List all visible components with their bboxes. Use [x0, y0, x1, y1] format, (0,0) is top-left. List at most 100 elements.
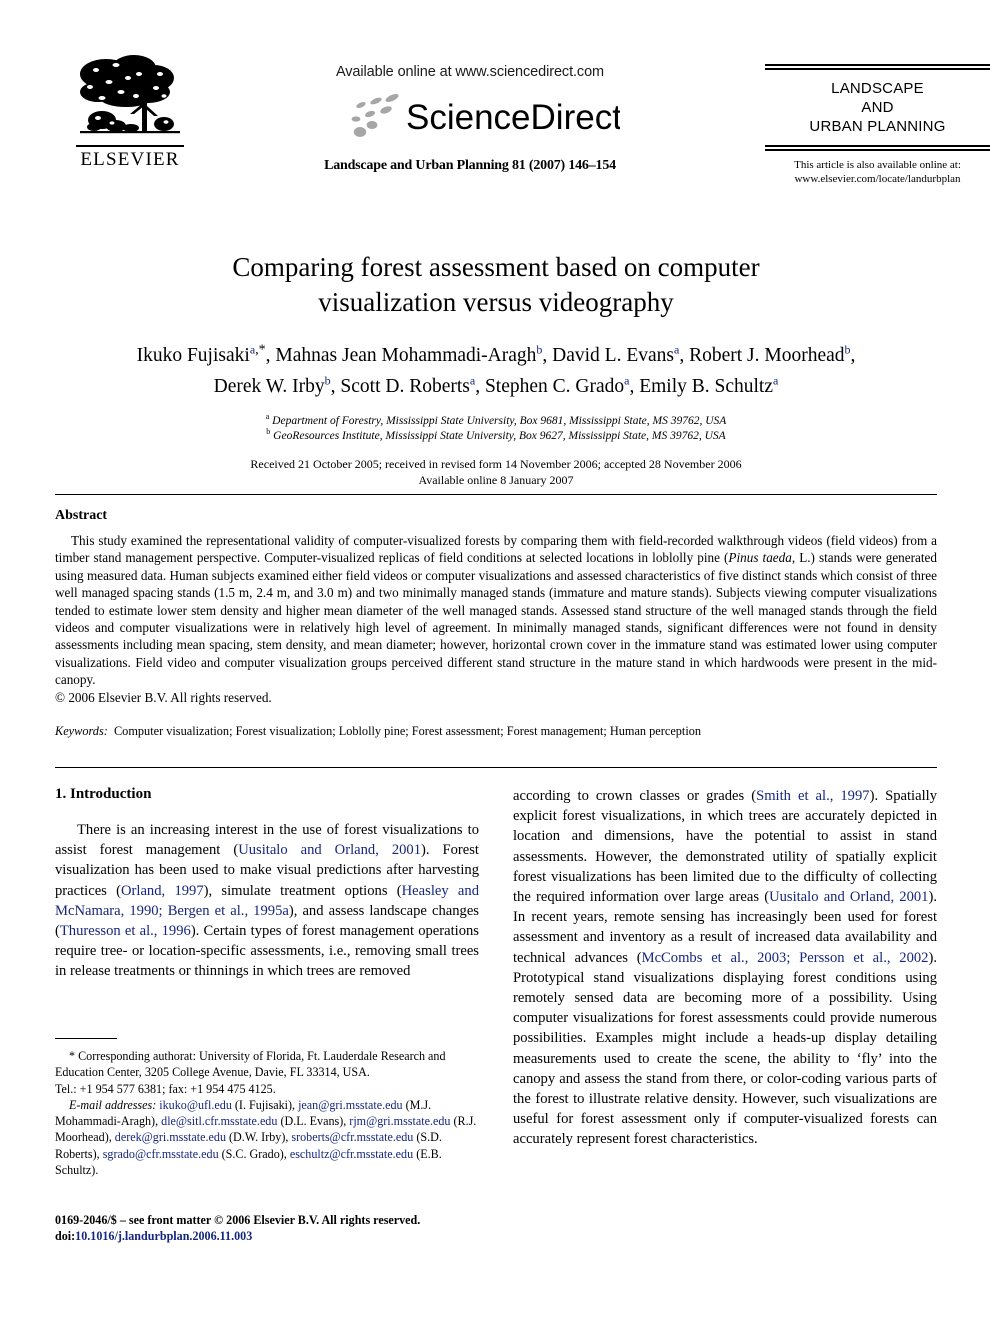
citation-link[interactable]: Uusitalo and Orland, 2001 — [238, 842, 421, 858]
publisher-block: ELSEVIER — [55, 52, 205, 171]
affiliation-1: b GeoResources Institute, Mississippi St… — [96, 427, 896, 444]
email-owner: (D.L. Evans) — [280, 1114, 344, 1129]
author-name: Stephen C. Grado — [484, 376, 625, 397]
email-owner: (I. Fujisaki) — [234, 1097, 293, 1112]
issn-copyright-line: 0169-2046/$ – see front matter © 2006 El… — [55, 1213, 421, 1227]
author-4: Derek W. Irbyb — [213, 375, 331, 398]
affiliation-marker: a — [265, 412, 270, 422]
affiliation-text: GeoResources Institute, Mississippi Stat… — [273, 430, 726, 442]
journal-citation: Landscape and Urban Planning 81 (2007) 1… — [324, 158, 616, 173]
author-6: Stephen C. Gradoa — [484, 375, 630, 398]
author-3: Robert J. Moorheadb — [689, 344, 850, 367]
author-separator: , — [475, 376, 485, 397]
right-column: according to crown classes or grades (Sm… — [513, 786, 937, 1150]
author-affiliation-marker: a — [773, 373, 779, 388]
affiliation-text: Department of Forestry, Mississippi Stat… — [272, 415, 727, 427]
journal-title-block: LANDSCAPE AND URBAN PLANNING This articl… — [765, 64, 990, 186]
journal-title: LANDSCAPE AND URBAN PLANNING — [765, 70, 990, 145]
page-title: Comparing forest assessment based on com… — [96, 250, 896, 320]
species-name: Pinus taeda — [728, 550, 792, 566]
email-link[interactable]: derek@gri.msstate.edu — [115, 1130, 226, 1144]
journal-header: ELSEVIER Available online at www.science… — [55, 52, 990, 202]
elsevier-divider — [76, 145, 184, 147]
keywords-block: Keywords: Computer visualization; Forest… — [55, 723, 937, 739]
citation-link[interactable]: Uusitalo and Orland, 2001 — [769, 889, 928, 905]
email-link[interactable]: rjm@gri.msstate.edu — [349, 1114, 450, 1128]
doi-line: doi:10.1016/j.landurbplan.2006.11.003 — [55, 1228, 485, 1244]
citation-link[interactable]: Thuresson et al., 1996 — [60, 923, 191, 939]
email-link[interactable]: sgrado@cfr.msstate.edu — [103, 1147, 219, 1161]
affiliation-list: a Department of Forestry, Mississippi St… — [96, 412, 896, 444]
abstract-top-divider — [55, 494, 937, 495]
citation-link[interactable]: Smith et al., 1997 — [756, 788, 869, 804]
left-column: 1. Introduction There is an increasing i… — [55, 786, 479, 982]
email-link[interactable]: dle@sitl.cfr.msstate.edu — [161, 1114, 277, 1128]
elsevier-logo: ELSEVIER — [76, 52, 184, 171]
intro-text-c: ), simulate treatment options ( — [203, 882, 402, 899]
doi-label: doi: — [55, 1229, 76, 1243]
email-owner: (D.W. Irby) — [229, 1130, 286, 1145]
email-link[interactable]: sroberts@cfr.msstate.edu — [291, 1130, 413, 1144]
abstract-body: This study examined the representational… — [55, 532, 937, 689]
intro-text-b: ). Spatially explicit forest visualizati… — [513, 788, 937, 906]
intro-text-d: ). Prototypical stand visualizations dis… — [513, 949, 937, 1148]
author-name: Emily B. Schultz — [639, 376, 774, 397]
author-0: Ikuko Fujisakia,* — [136, 343, 266, 366]
abstract-part-2: , L.) stands were generated using measur… — [55, 550, 937, 688]
author-separator: , — [629, 376, 640, 397]
citation-link[interactable]: Orland, 1997 — [121, 883, 204, 899]
affiliation-marker: b — [266, 427, 271, 437]
email-link[interactable]: eschultz@cfr.msstate.edu — [290, 1147, 413, 1161]
sciencedirect-block: Available online at www.sciencedirect.co… — [240, 52, 700, 174]
footnote-address: Corresponding authorat: University of Fl… — [55, 1049, 446, 1080]
email-addresses-label: E-mail addresses: — [69, 1097, 157, 1112]
page-footer: 0169-2046/$ – see front matter © 2006 El… — [55, 1212, 485, 1244]
footnote-corresponding: * Corresponding authorat: University of … — [55, 1048, 479, 1097]
journal-title-line-1: LANDSCAPE — [831, 80, 924, 97]
sciencedirect-swoosh-icon: ScienceDirect — [351, 94, 620, 137]
introduction-heading: 1. Introduction — [55, 786, 152, 802]
title-line-1: Comparing forest assessment based on com… — [232, 252, 760, 282]
journal-bottom-rule — [765, 145, 990, 151]
author-separator: , — [265, 345, 276, 366]
title-author-block: Comparing forest assessment based on com… — [96, 250, 896, 488]
publication-dates: Received 21 October 2005; received in re… — [96, 456, 896, 488]
email-link[interactable]: jean@gri.msstate.edu — [298, 1098, 403, 1112]
author-name: Mahnas Jean Mohammadi-Aragh — [275, 345, 537, 366]
author-7: Emily B. Schultza — [639, 373, 779, 398]
also-available-label: This article is also available online at… — [794, 159, 961, 171]
keywords-value: Computer visualization; Forest visualiza… — [113, 724, 702, 739]
abstract-copyright: © 2006 Elsevier B.V. All rights reserved… — [55, 689, 272, 705]
author-name: Robert J. Moorhead — [689, 345, 845, 366]
received-dates: Received 21 October 2005; received in re… — [250, 457, 742, 471]
introduction-paragraph-right: according to crown classes or grades (Sm… — [513, 786, 937, 1150]
email-link[interactable]: ikuko@ufl.edu — [159, 1098, 232, 1112]
paper-page: ELSEVIER Available online at www.science… — [0, 0, 992, 1323]
author-5: Scott D. Robertsa — [340, 375, 475, 398]
intro-text-a: according to crown classes or grades ( — [513, 788, 757, 804]
author-separator: , — [330, 376, 341, 397]
author-1: Mahnas Jean Mohammadi-Araghb — [275, 344, 542, 367]
also-available-block: This article is also available online at… — [765, 158, 990, 186]
affiliation-0: a Department of Forestry, Mississippi St… — [96, 412, 896, 429]
citation-link[interactable]: McCombs et al., 2003; Persson et al., 20… — [642, 950, 929, 966]
sciencedirect-logo: ScienceDirect — [240, 88, 700, 142]
author-name: Derek W. Irby — [213, 376, 325, 397]
elsevier-tree-icon — [80, 55, 180, 134]
also-available-url[interactable]: www.elsevier.com/locate/landurbplan — [765, 172, 990, 186]
author-name: Scott D. Roberts — [340, 376, 470, 397]
introduction-paragraph-left: There is an increasing interest in the u… — [55, 820, 479, 982]
available-online-text: Available online at www.sciencedirect.co… — [335, 64, 605, 80]
keywords-label: Keywords: — [55, 724, 108, 739]
footnote-divider — [55, 1038, 117, 1039]
available-online-date: Available online 8 January 2007 — [418, 473, 574, 487]
title-line-2: visualization versus videography — [318, 287, 674, 317]
doi-link[interactable]: 10.1016/j.landurbplan.2006.11.003 — [75, 1229, 252, 1243]
author-separator: , — [542, 345, 553, 366]
journal-title-line-2: AND — [861, 99, 894, 116]
email-owner: (S.C. Grado) — [221, 1146, 284, 1161]
abstract-bottom-divider — [55, 767, 937, 768]
journal-title-line-3: URBAN PLANNING — [809, 118, 946, 135]
author-name: Ikuko Fujisaki — [136, 345, 250, 366]
footnote-tel-fax: Tel.: +1 954 577 6381; fax: +1 954 475 4… — [55, 1081, 276, 1096]
